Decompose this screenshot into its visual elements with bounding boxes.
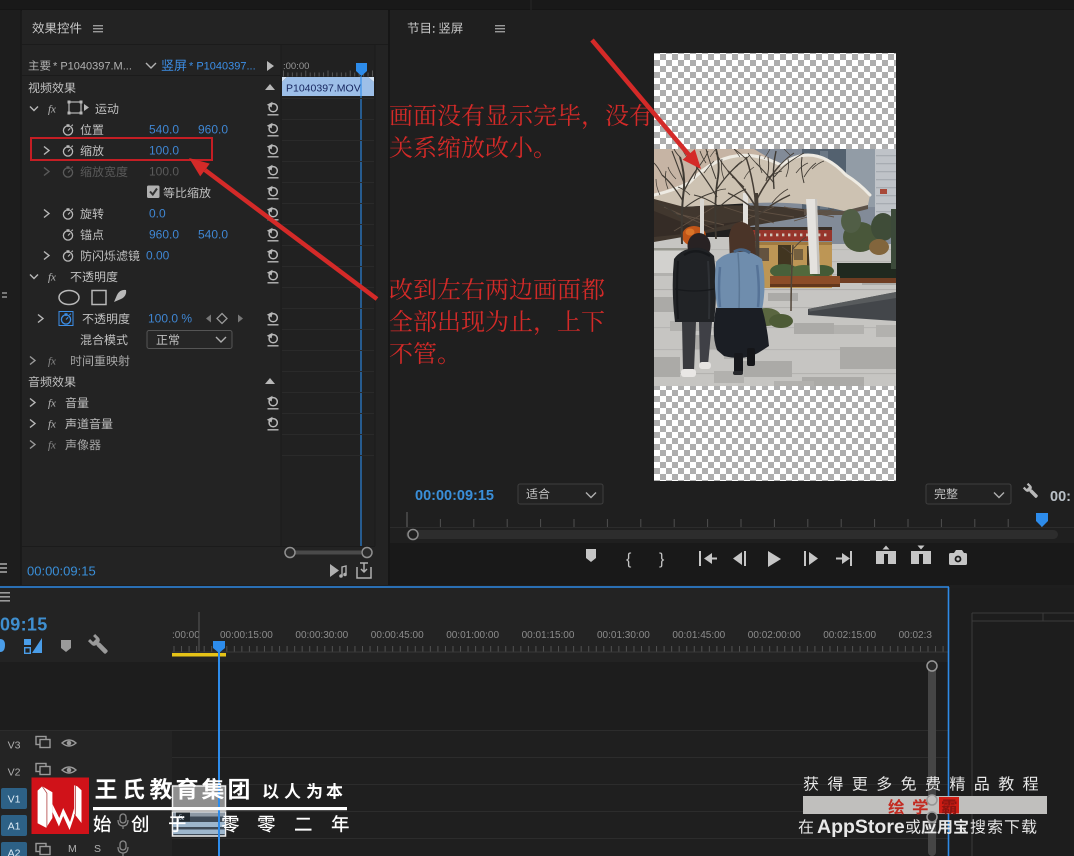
svg-text:00:01:15:00: 00:01:15:00	[522, 630, 575, 641]
svg-text:fx: fx	[48, 418, 56, 430]
svg-text:V1: V1	[8, 794, 21, 806]
svg-text:0.00: 0.00	[146, 249, 170, 263]
svg-text:V3: V3	[8, 740, 21, 752]
svg-text:fx: fx	[48, 397, 56, 409]
svg-text:{: {	[626, 551, 632, 568]
svg-text:V2: V2	[8, 767, 21, 779]
svg-text:00:00:30:00: 00:00:30:00	[295, 630, 348, 641]
svg-text:M: M	[68, 843, 77, 855]
svg-text:00:00:09:15: 00:00:09:15	[27, 564, 96, 579]
svg-text:00:00:45:00: 00:00:45:00	[371, 630, 424, 641]
svg-text:00:01:00:00: 00:01:00:00	[446, 630, 499, 641]
svg-text::00:00: :00:00	[172, 630, 200, 641]
svg-text:00:: 00:	[1050, 489, 1071, 505]
svg-text:100.0: 100.0	[149, 144, 179, 158]
svg-text::00:00: :00:00	[283, 61, 309, 72]
svg-text:* P1040397...: * P1040397...	[189, 61, 256, 73]
svg-text:S: S	[94, 843, 101, 855]
svg-text:00:02:3: 00:02:3	[899, 630, 933, 641]
svg-text:960.0: 960.0	[149, 228, 179, 242]
svg-text:P1040397.MOV: P1040397.MOV	[286, 83, 361, 95]
svg-text:0.0: 0.0	[149, 207, 166, 221]
svg-text:00:00:09:15: 00:00:09:15	[415, 488, 494, 504]
svg-text:}: }	[659, 551, 665, 568]
svg-text:* P1040397.M...: * P1040397.M...	[53, 61, 132, 73]
svg-text:00:01:30:00: 00:01:30:00	[597, 630, 650, 641]
svg-text:A1: A1	[8, 821, 21, 833]
svg-text:fx: fx	[48, 355, 56, 367]
svg-text:09:15: 09:15	[0, 615, 48, 635]
svg-text:00:00:15:00: 00:00:15:00	[220, 630, 273, 641]
svg-text:960.0: 960.0	[198, 123, 228, 137]
svg-text:AppStore: AppStore	[817, 816, 905, 838]
svg-text:00:02:15:00: 00:02:15:00	[823, 630, 876, 641]
svg-text:540.0: 540.0	[149, 123, 179, 137]
svg-text:A2: A2	[8, 848, 21, 856]
svg-text:540.0: 540.0	[198, 228, 228, 242]
svg-text:00:01:45:00: 00:01:45:00	[672, 630, 725, 641]
svg-text:fx: fx	[48, 271, 56, 283]
svg-text:100.0 %: 100.0 %	[148, 312, 192, 326]
svg-text:fx: fx	[48, 103, 56, 115]
svg-text:100.0: 100.0	[149, 165, 179, 179]
svg-text:fx: fx	[48, 439, 56, 451]
svg-text:00:02:00:00: 00:02:00:00	[748, 630, 801, 641]
